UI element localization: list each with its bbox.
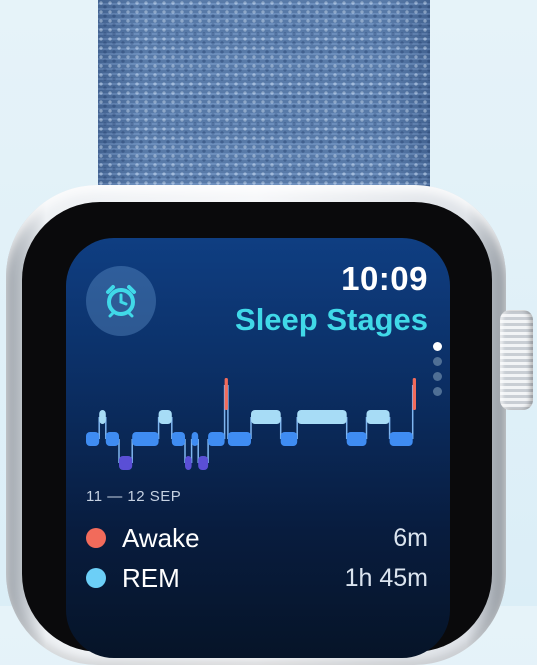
page-dot	[433, 372, 442, 381]
sleep-stages-chart	[86, 378, 416, 470]
sleep-segment-rem	[366, 410, 390, 424]
sleep-segment-deep	[185, 456, 192, 470]
sleep-segment-core	[389, 432, 413, 446]
legend-label: Awake	[122, 522, 200, 553]
app-title: Sleep Stages	[235, 302, 428, 337]
sleep-segment-core	[227, 432, 251, 446]
page-dot-active	[433, 342, 442, 351]
legend-row-rem: REM 1h 45m	[86, 561, 428, 595]
sleep-segment-core	[132, 432, 159, 446]
sleep-segment-awake	[224, 378, 228, 410]
digital-crown[interactable]	[500, 310, 533, 410]
sleep-segment-core	[346, 432, 367, 446]
sleep-segment-deep	[119, 456, 133, 470]
rem-swatch	[86, 568, 106, 588]
sleep-segment-deep	[198, 456, 209, 470]
legend-value: 6m	[393, 523, 428, 552]
page-indicator[interactable]	[433, 342, 445, 402]
sleep-segment-core	[105, 432, 119, 446]
sleep-segment-rem	[297, 410, 347, 424]
sleep-segment-core	[171, 432, 185, 446]
page-dot	[433, 357, 442, 366]
sleep-segment-rem	[251, 410, 281, 424]
alarm-clock-icon	[106, 285, 136, 318]
watch-screen: 10:09 Sleep Stages 11 — 12 SEP Awake 6m …	[66, 238, 450, 658]
sleep-segment-core	[86, 432, 100, 446]
date-range: 11 — 12 SEP	[86, 488, 182, 505]
legend-value: 1h 45m	[344, 563, 428, 592]
sleep-segment-core	[208, 432, 225, 446]
legend-label: REM	[122, 562, 180, 593]
sleep-segment-rem	[158, 410, 172, 424]
clock-time: 10:09	[341, 260, 428, 297]
awake-swatch	[86, 528, 106, 548]
page-dot	[433, 387, 442, 396]
sleep-segment-awake	[412, 378, 416, 410]
sleep-segment-core	[191, 432, 199, 446]
sleep-segment-core	[280, 432, 298, 446]
sleep-segment-rem	[99, 410, 106, 424]
legend-row-awake: Awake 6m	[86, 521, 428, 555]
alarm-button[interactable]	[86, 266, 156, 336]
